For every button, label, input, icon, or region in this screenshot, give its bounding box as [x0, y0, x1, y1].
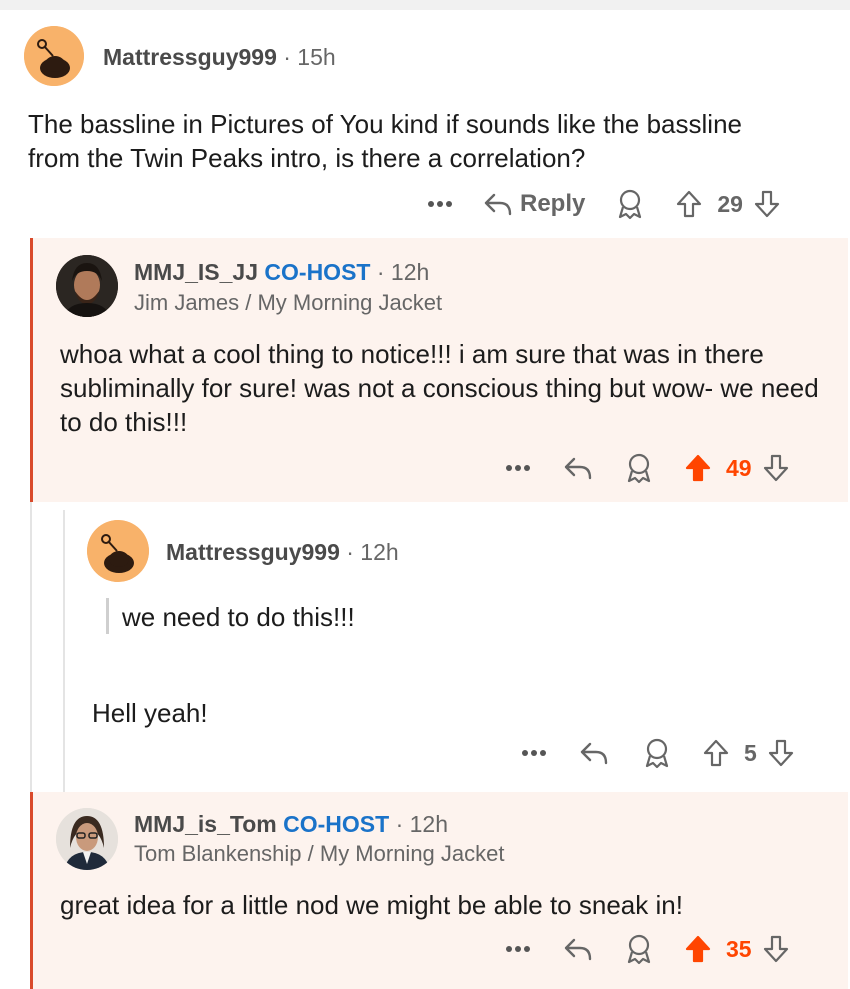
- snoo-icon: [87, 520, 149, 582]
- cohost-accent-bar: [30, 792, 33, 989]
- upvote-button[interactable]: [684, 453, 712, 483]
- more-icon: [506, 465, 530, 471]
- more-icon: [506, 946, 530, 952]
- award-icon: [627, 934, 651, 965]
- reply-button[interactable]: [562, 935, 594, 963]
- comment-body: The bassline in Pictures of You kind if …: [28, 109, 742, 173]
- award-button[interactable]: [624, 452, 654, 484]
- comment-actions: 35: [498, 929, 790, 969]
- reply-button[interactable]: [562, 454, 594, 482]
- avatar[interactable]: [56, 255, 118, 317]
- comment-body: great idea for a little nod we might be …: [60, 890, 683, 920]
- thread-line: [30, 502, 32, 792]
- award-button[interactable]: [615, 188, 645, 220]
- comment-meta: MMJ_IS_JJ CO-HOST · 12h: [134, 259, 429, 286]
- cohost-badge: CO-HOST: [283, 811, 390, 837]
- reply-button[interactable]: Reply: [482, 190, 585, 218]
- vote-score: 5: [744, 739, 757, 766]
- username[interactable]: MMJ_IS_JJ: [134, 259, 258, 285]
- comment-actions: 5: [514, 733, 795, 773]
- quote-bar: [106, 598, 109, 634]
- user-photo-icon: [56, 808, 118, 870]
- quoted-text: we need to do this!!!: [122, 602, 355, 632]
- avatar[interactable]: [56, 808, 118, 870]
- comment-actions: 49: [498, 448, 790, 488]
- username[interactable]: MMJ_is_Tom: [134, 811, 277, 837]
- comment-meta: Mattressguy999 · 15h: [103, 44, 336, 71]
- more-options-button[interactable]: [498, 464, 538, 472]
- upvote-button[interactable]: [702, 738, 730, 768]
- downvote-button[interactable]: [767, 738, 795, 768]
- comment-body: whoa what a cool thing to notice!!! i am…: [60, 339, 819, 437]
- more-options-button[interactable]: [420, 200, 460, 208]
- comment-body: Hell yeah!: [92, 698, 208, 728]
- reply-icon: [580, 742, 608, 765]
- reply-icon: [484, 193, 512, 216]
- upvote-active-icon: [685, 935, 711, 963]
- vote-score: 49: [726, 454, 752, 481]
- username[interactable]: Mattressguy999: [166, 539, 340, 565]
- downvote-button[interactable]: [762, 934, 790, 964]
- user-flair: Jim James / My Morning Jacket: [134, 290, 443, 315]
- downvote-button[interactable]: [762, 453, 790, 483]
- cohost-badge: CO-HOST: [264, 259, 371, 285]
- upvote-icon: [677, 190, 702, 218]
- timestamp: · 12h: [376, 259, 430, 285]
- award-button[interactable]: [624, 933, 654, 965]
- timestamp: · 15h: [283, 44, 336, 70]
- reply-label: Reply: [520, 190, 586, 217]
- comment-meta: Mattressguy999 · 12h: [166, 539, 399, 566]
- comment-meta: MMJ_is_Tom CO-HOST · 12h: [134, 811, 448, 838]
- downvote-icon: [763, 454, 788, 482]
- more-options-button[interactable]: [498, 945, 538, 953]
- upvote-button[interactable]: [684, 934, 712, 964]
- more-options-button[interactable]: [514, 749, 554, 757]
- award-icon: [645, 738, 669, 769]
- vote-score: 35: [726, 935, 752, 962]
- more-icon: [428, 201, 452, 207]
- upvote-icon: [703, 739, 729, 767]
- cohost-accent-bar: [30, 238, 33, 502]
- timestamp: · 12h: [346, 539, 399, 565]
- upvote-active-icon: [685, 454, 711, 482]
- thread-line: [63, 510, 65, 792]
- user-photo-icon: [56, 255, 118, 317]
- downvote-button[interactable]: [753, 189, 781, 219]
- reply-button[interactable]: [578, 739, 610, 767]
- comment-actions: Reply 29: [420, 184, 781, 224]
- award-icon: [627, 453, 651, 484]
- reply-icon: [564, 938, 592, 961]
- vote-score: 29: [717, 190, 743, 217]
- snoo-icon: [24, 26, 84, 86]
- timestamp: · 12h: [395, 811, 448, 837]
- downvote-icon: [768, 739, 793, 767]
- user-flair: Tom Blankenship / My Morning Jacket: [134, 841, 505, 866]
- more-icon: [522, 750, 546, 756]
- downvote-icon: [763, 935, 788, 963]
- avatar[interactable]: [24, 26, 84, 86]
- downvote-icon: [754, 190, 780, 218]
- avatar[interactable]: [87, 520, 149, 582]
- username[interactable]: Mattressguy999: [103, 44, 277, 70]
- award-icon: [619, 189, 642, 220]
- award-button[interactable]: [642, 737, 672, 769]
- reply-icon: [564, 457, 592, 480]
- top-separator: [0, 0, 850, 10]
- upvote-button[interactable]: [675, 189, 703, 219]
